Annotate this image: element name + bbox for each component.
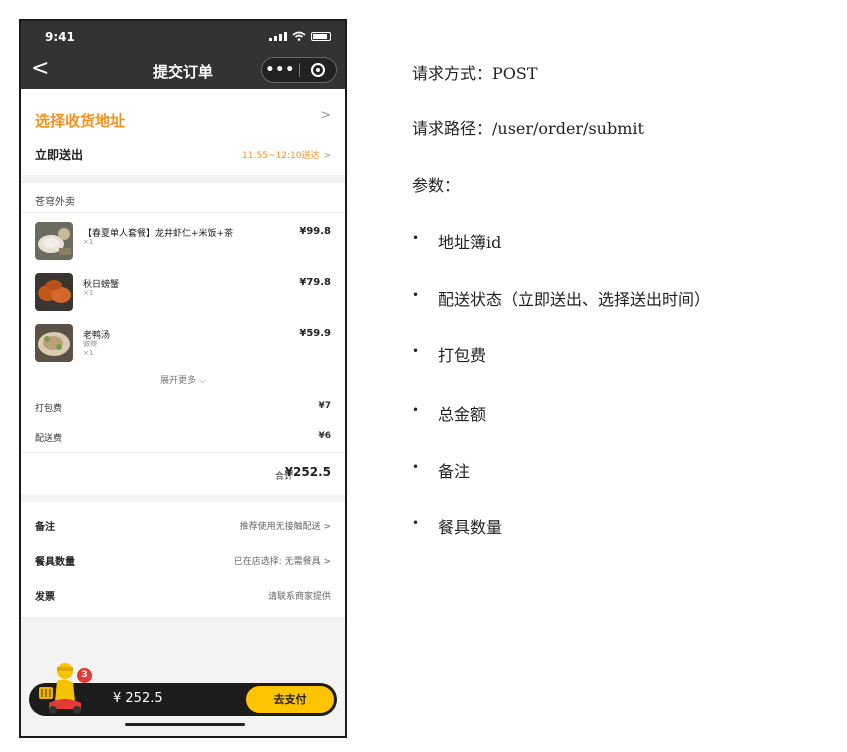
- wifi-icon: [292, 31, 306, 41]
- param-text: 打包费: [438, 346, 487, 365]
- more-menu-button[interactable]: •••: [262, 62, 299, 78]
- item-flavor: 微辣 ×1: [83, 340, 97, 358]
- packing-fee-value: ¥7: [318, 401, 331, 411]
- param-item: 配送状态（立即送出、选择送出时间）: [412, 286, 710, 310]
- battery-icon: [311, 32, 331, 41]
- packing-fee-label: 打包费: [35, 404, 63, 414]
- item-name: 【春夏单人套餐】龙井虾仁+米饭+茶: [83, 229, 234, 239]
- order-item: 老鸭汤 微辣 ×1 ¥59.9: [21, 315, 345, 366]
- expand-more-button[interactable]: 展开更多 ⌵: [21, 366, 345, 392]
- delivery-time-selector[interactable]: 11:55~12:10送达 >: [242, 148, 331, 161]
- address-section: 选择收货地址 > 立即送出 11:55~12:10送达 >: [21, 89, 345, 175]
- remark-value: 推荐使用无接触配送 >: [239, 522, 331, 532]
- eta-text: 11:55~12:10送达: [242, 151, 320, 161]
- invoice-label: 发票: [35, 592, 55, 603]
- signal-icon: [269, 32, 287, 41]
- shop-name: 苍穹外卖: [21, 183, 345, 213]
- total-row: 合计 ¥252.5: [21, 452, 345, 494]
- tableware-label: 餐具数量: [35, 557, 75, 568]
- packing-fee-row: 打包费 ¥7: [21, 392, 345, 422]
- delivery-fee-row: 配送费 ¥6: [21, 422, 345, 452]
- order-item: 秋日螃蟹 ×1 ¥79.8: [21, 264, 345, 315]
- item-qty: ×1: [83, 238, 94, 246]
- param-text: 餐具数量: [438, 518, 503, 537]
- dish-image: [35, 222, 73, 260]
- param-item: 备注: [412, 458, 470, 482]
- miniprogram-capsule: •••: [261, 57, 337, 83]
- tableware-value: 已在店选择: 无需餐具 >: [233, 557, 331, 567]
- tableware-row[interactable]: 餐具数量 已在店选择: 无需餐具 >: [21, 542, 345, 577]
- item-qty: ×1: [83, 349, 94, 357]
- select-address-link[interactable]: 选择收货地址: [35, 110, 125, 131]
- remark-row[interactable]: 备注 推荐使用无接触配送 >: [21, 507, 345, 542]
- chevron-right-icon: >: [323, 151, 331, 161]
- chevron-right-icon[interactable]: >: [320, 108, 331, 123]
- remark-label: 备注: [35, 522, 55, 533]
- request-path: 请求路径：/user/order/submit: [412, 119, 644, 138]
- order-item: 【春夏单人套餐】龙井虾仁+米饭+茶 ×1 ¥99.8: [21, 213, 345, 264]
- param-text: 配送状态（立即送出、选择送出时间）: [438, 290, 711, 309]
- dish-image: [35, 273, 73, 311]
- delivery-fee-value: ¥6: [318, 431, 331, 441]
- item-qty: ×1: [83, 289, 94, 297]
- param-item: 总金额: [412, 401, 486, 425]
- deliver-now-label: 立即送出: [35, 148, 84, 162]
- param-item: 餐具数量: [412, 514, 502, 538]
- param-item: 打包费: [412, 342, 486, 366]
- param-text: 总金额: [438, 405, 487, 424]
- home-indicator: [125, 723, 245, 726]
- order-card: 苍穹外卖 【春夏单人套餐】龙井虾仁+米饭+茶 ×1 ¥99.8 秋日螃蟹 ×1 …: [21, 183, 345, 494]
- params-title: 参数：: [412, 176, 461, 195]
- item-price: ¥79.8: [299, 277, 331, 288]
- param-text: 地址簿id: [438, 233, 502, 252]
- phone-screen: 9:41 < 提交订单 ••• 选择收货地址 > 立即送出 11:55~12:1…: [19, 19, 347, 738]
- item-price: ¥99.8: [299, 226, 331, 237]
- invoice-value: 请联系商家提供: [267, 592, 331, 602]
- flavor-text: 微辣: [83, 340, 97, 348]
- invoice-row: 发票 请联系商家提供: [21, 577, 345, 612]
- status-time: 9:41: [45, 30, 75, 44]
- dish-image: [35, 324, 73, 362]
- nav-bar: < 提交订单 •••: [21, 51, 345, 89]
- options-card: 备注 推荐使用无接触配送 > 餐具数量 已在店选择: 无需餐具 > 发票 请联系…: [21, 502, 345, 617]
- request-method: 请求方式：POST: [412, 64, 538, 83]
- close-miniprogram-button[interactable]: [300, 63, 337, 77]
- item-price: ¥59.9: [299, 328, 331, 339]
- status-icons: [269, 31, 331, 41]
- cart-count-badge: 3: [77, 668, 92, 683]
- param-item: 地址簿id: [412, 229, 501, 253]
- delivery-fee-label: 配送费: [35, 434, 63, 444]
- pay-button[interactable]: 去支付: [246, 686, 334, 713]
- status-bar: 9:41: [21, 21, 345, 51]
- checkout-amount: ¥ 252.5: [113, 691, 163, 706]
- record-icon: [310, 63, 325, 77]
- total-value: ¥252.5: [284, 465, 331, 479]
- param-text: 备注: [438, 462, 471, 481]
